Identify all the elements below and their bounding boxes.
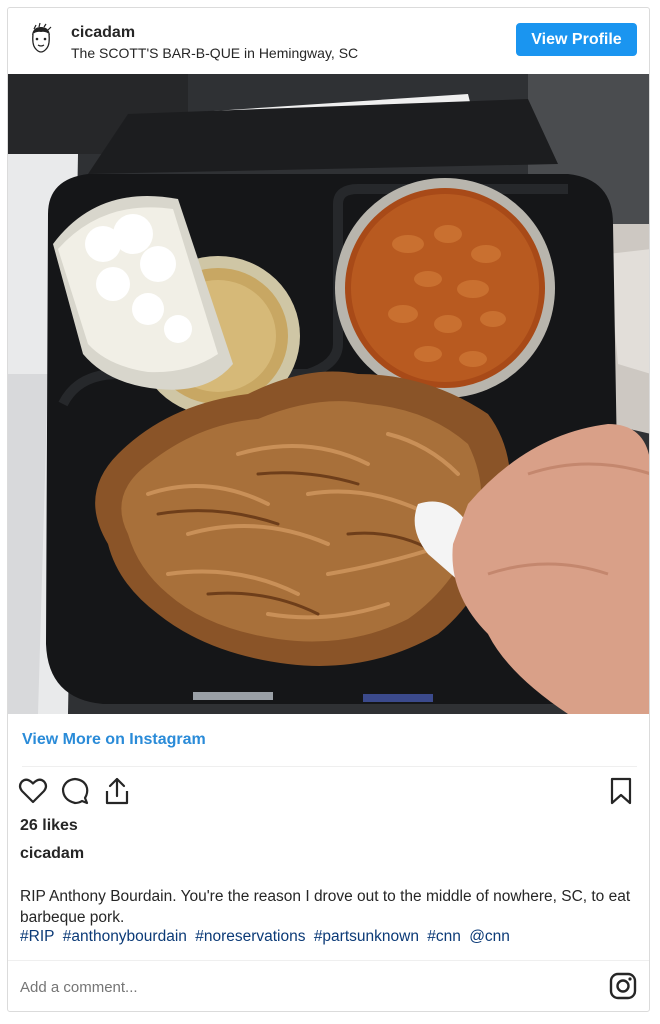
mention-link[interactable]: @cnn [469,928,510,945]
divider [22,766,637,767]
hashtag-link[interactable]: #cnn [427,928,461,945]
hashtag-link[interactable]: #anthonybourdain [63,928,187,945]
instagram-embed-card: cicadam The SCOTT'S BAR-B-QUE in Hemingw… [7,7,650,1012]
location-link[interactable]: The SCOTT'S BAR-B-QUE in Hemingway, SC [71,45,358,61]
likes-count[interactable]: 26 likes [20,817,78,835]
hashtag-link[interactable]: #partsunknown [314,928,419,945]
heart-icon[interactable] [18,776,48,806]
avatar[interactable] [24,22,58,56]
hashtag-link[interactable]: #noreservations [195,928,305,945]
hashtag-link[interactable]: #RIP [20,928,54,945]
username[interactable]: cicadam [71,24,135,42]
comment-icon[interactable] [60,776,90,806]
post-header: cicadam The SCOTT'S BAR-B-QUE in Hemingw… [8,8,649,74]
comment-input[interactable] [20,974,580,1000]
divider [8,960,649,961]
bookmark-icon[interactable] [606,776,636,806]
view-more-on-instagram-link[interactable]: View More on Instagram [22,731,206,749]
action-bar [18,774,638,810]
instagram-icon[interactable] [609,972,637,1000]
view-profile-button[interactable]: View Profile [516,23,637,56]
caption-username[interactable]: cicadam [20,845,84,863]
post-photo[interactable] [8,74,649,714]
post-caption: RIP Anthony Bourdain. You're the reason … [20,888,631,926]
share-icon[interactable] [102,776,132,806]
hashtag-list: #RIP #anthonybourdain #noreservations #p… [20,928,514,946]
